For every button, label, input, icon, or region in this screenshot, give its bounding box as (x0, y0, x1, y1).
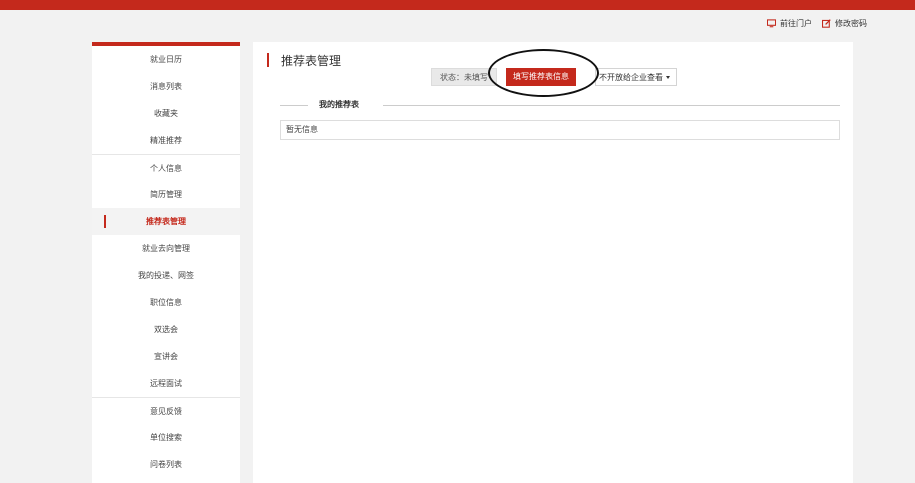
sidebar-item-jobs[interactable]: 职位信息 (92, 289, 240, 316)
sidebar-item-calendar[interactable]: 就业日历 (92, 46, 240, 73)
sidebar-item-job-fair[interactable]: 双选会 (92, 316, 240, 343)
empty-message: 暂无信息 (280, 120, 840, 140)
sidebar-item-company-search[interactable]: 单位搜索 (92, 424, 240, 451)
main-panel: 推荐表管理 状态：未填写 填写推荐表信息 不开放给企业查看 我的推荐表 暂无信息 (253, 42, 853, 483)
section-header: 我的推荐表 (280, 98, 840, 112)
sidebar-item-favorites[interactable]: 收藏夹 (92, 100, 240, 127)
go-portal-link[interactable]: 前往门户 (767, 18, 812, 29)
change-password-link[interactable]: 修改密码 (822, 18, 867, 29)
divider-right (383, 105, 840, 106)
caret-down-icon (666, 76, 670, 79)
page-title: 推荐表管理 (281, 54, 342, 68)
monitor-icon (767, 19, 776, 28)
sidebar-item-remote-interview[interactable]: 远程面试 (92, 370, 240, 397)
sidebar-item-surveys[interactable]: 问卷列表 (92, 451, 240, 478)
sidebar-item-personal-info[interactable]: 个人信息 (92, 154, 240, 181)
sidebar-item-recommendation-form[interactable]: 推荐表管理 (92, 208, 240, 235)
sidebar-menu: 就业日历 消息列表 收藏夹 精准推荐 个人信息 简历管理 推荐表管理 就业去向管… (92, 42, 240, 483)
sidebar-item-employment[interactable]: 就业去向管理 (92, 235, 240, 262)
top-accent-bar (0, 0, 915, 10)
sidebar-item-seminar[interactable]: 宣讲会 (92, 343, 240, 370)
section-title: 我的推荐表 (319, 100, 359, 109)
change-password-label: 修改密码 (835, 19, 867, 28)
divider-left (280, 105, 308, 106)
sidebar-item-resume[interactable]: 简历管理 (92, 181, 240, 208)
status-badge: 状态：未填写 (431, 68, 497, 86)
visibility-dropdown[interactable]: 不开放给企业查看 (595, 68, 677, 86)
edit-icon (822, 19, 831, 28)
sidebar-item-applications[interactable]: 我的投递、网签 (92, 262, 240, 289)
header-links: 前往门户 修改密码 (757, 18, 867, 29)
go-portal-label: 前往门户 (780, 19, 812, 28)
title-accent (267, 53, 269, 67)
sidebar-item-recommendations[interactable]: 精准推荐 (92, 127, 240, 154)
sidebar-item-feedback[interactable]: 意见反馈 (92, 397, 240, 424)
fill-form-button[interactable]: 填写推荐表信息 (506, 68, 576, 86)
visibility-dropdown-label: 不开放给企业查看 (599, 73, 663, 82)
sidebar-item-messages[interactable]: 消息列表 (92, 73, 240, 100)
